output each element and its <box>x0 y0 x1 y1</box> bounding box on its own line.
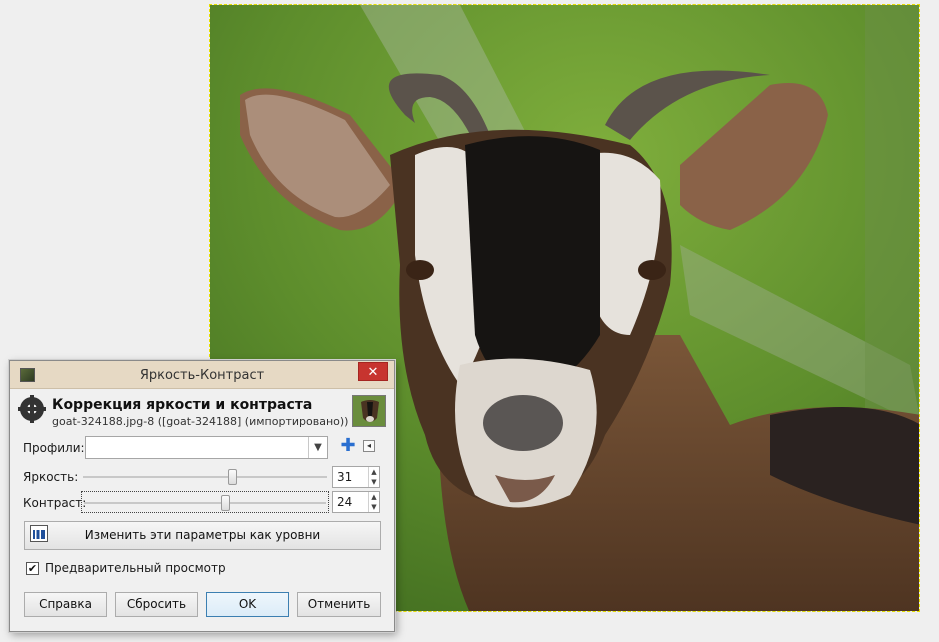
profiles-combo[interactable]: ▼ <box>85 436 328 459</box>
cancel-button[interactable]: Отменить <box>297 592 381 617</box>
image-thumbnail <box>352 395 386 427</box>
add-profile-button[interactable]: ✚ <box>340 437 356 455</box>
contrast-slider[interactable] <box>81 491 329 513</box>
help-button[interactable]: Справка <box>24 592 107 617</box>
brightness-slider-track <box>83 476 327 478</box>
profile-menu-button[interactable]: ◂ <box>363 440 375 452</box>
goat-thumbnail-icon <box>353 396 385 426</box>
contrast-value[interactable]: 24 <box>337 495 352 509</box>
ok-button[interactable]: OK <box>206 592 289 617</box>
brightness-slider-handle[interactable] <box>228 469 237 485</box>
brightness-value[interactable]: 31 <box>337 470 352 484</box>
preview-checkbox[interactable]: ✔ <box>26 562 39 575</box>
preview-label[interactable]: Предварительный просмотр <box>45 561 226 575</box>
reset-button[interactable]: Сбросить <box>115 592 198 617</box>
contrast-slider-handle[interactable] <box>221 495 230 511</box>
dialog-subheading: goat-324188.jpg-8 ([goat-324188] (импорт… <box>52 415 349 428</box>
contrast-slider-track <box>84 502 326 504</box>
brightness-slider[interactable] <box>81 466 329 488</box>
profiles-label: Профили: <box>23 441 85 455</box>
edit-as-levels-button[interactable]: Изменить эти параметры как уровни <box>24 521 381 550</box>
dialog-titlebar[interactable]: Яркость-Контраст ✕ <box>10 361 394 389</box>
dialog-header: Коррекция яркости и контраста goat-32418… <box>18 394 388 430</box>
brightness-contrast-dialog: Яркость-Контраст ✕ Коррекция яркости и к… <box>9 360 395 632</box>
contrast-spinbox[interactable]: 24 ▲ ▼ <box>332 491 380 513</box>
dialog-heading: Коррекция яркости и контраста <box>52 397 313 413</box>
contrast-label: Контраст: <box>23 496 87 510</box>
brightness-contrast-icon <box>18 395 46 423</box>
brightness-label: Яркость: <box>23 470 79 484</box>
close-button[interactable]: ✕ <box>358 362 388 381</box>
dialog-title: Яркость-Контраст <box>139 368 265 383</box>
spin-arrows-icon[interactable]: ▲ ▼ <box>368 492 379 512</box>
chevron-down-icon[interactable]: ▼ <box>308 437 327 458</box>
brightness-spinbox[interactable]: 31 ▲ ▼ <box>332 466 380 488</box>
edit-as-levels-label: Изменить эти параметры как уровни <box>84 528 321 542</box>
spin-arrows-icon[interactable]: ▲ ▼ <box>368 467 379 487</box>
levels-icon <box>30 525 48 542</box>
